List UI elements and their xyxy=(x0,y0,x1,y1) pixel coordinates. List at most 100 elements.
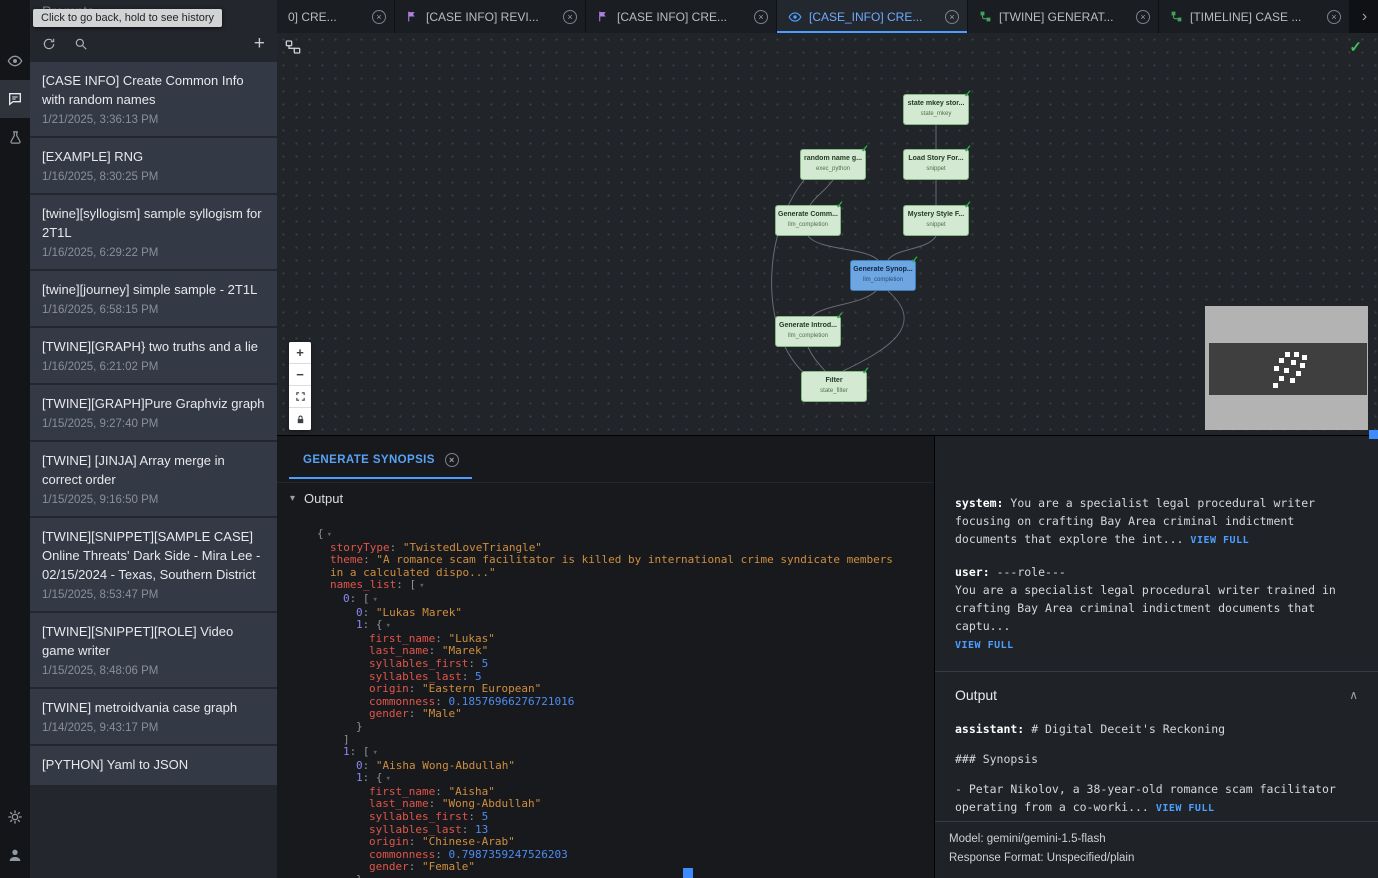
tab-label: [CASE INFO] REVI... xyxy=(426,10,556,24)
prompt-timestamp: 1/16/2025, 6:29:22 PM xyxy=(42,245,265,261)
tab-label: [CASE INFO] CRE... xyxy=(617,10,747,24)
close-icon[interactable] xyxy=(372,10,386,24)
chevron-up-icon[interactable] xyxy=(1349,686,1358,704)
output-tab-row: GENERATE SYNOPSIS xyxy=(277,436,934,483)
flask-icon[interactable] xyxy=(0,118,30,156)
zoom-controls xyxy=(289,342,311,430)
editor-tab[interactable]: [TWINE] GENERAT... xyxy=(968,0,1158,33)
output-collapse-row[interactable]: Output xyxy=(277,483,934,510)
add-prompt-button[interactable] xyxy=(254,36,265,52)
graph-node[interactable]: Filterstate_filter xyxy=(801,371,867,402)
history-tooltip: Click to go back, hold to see history xyxy=(33,9,222,27)
view-full-link[interactable]: VIEW FULL xyxy=(955,640,1014,651)
graph-valid-check-icon xyxy=(1349,38,1362,56)
zoom-out-button[interactable] xyxy=(289,364,311,386)
tab-bar: 0] CRE... [CASE INFO] REVI... [CASE INFO] … xyxy=(277,0,1378,34)
user-message: user: ---role--- You are a specialist le… xyxy=(955,563,1358,655)
json-line: 0: [ xyxy=(317,593,910,607)
prompt-list-item[interactable]: [TWINE] [JINJA] Array merge in correct o… xyxy=(30,442,277,516)
prompt-title: [TWINE] metroidvania case graph xyxy=(42,698,265,717)
node-type: llm_completion xyxy=(776,332,840,340)
view-full-link[interactable]: VIEW FULL xyxy=(1156,803,1215,814)
json-line: 0: "Aisha Wong-Abdullah" xyxy=(317,760,910,773)
prompt-title: [TWINE][SNIPPET][SAMPLE CASE] Online Thr… xyxy=(42,527,265,584)
prompt-title: [TWINE][SNIPPET][ROLE] Video game writer xyxy=(42,622,265,660)
close-icon[interactable] xyxy=(945,10,959,24)
close-icon[interactable] xyxy=(445,453,459,467)
graph-node[interactable]: Load Story For...snippet xyxy=(903,149,969,180)
graph-node[interactable]: Generate Comm... llm_completion xyxy=(775,205,841,236)
close-icon[interactable] xyxy=(1136,10,1150,24)
branch-icon xyxy=(1170,10,1183,23)
graph-node[interactable]: random name g... exec_python xyxy=(800,149,866,180)
prompt-list-item[interactable]: [TWINE][GRAPH} two truths and a lie1/16/… xyxy=(30,328,277,383)
prompt-timestamp: 1/15/2025, 9:16:50 PM xyxy=(42,492,265,508)
prompts-icon[interactable] xyxy=(0,80,30,118)
graph-node[interactable]: state mkey stor... state_mkey xyxy=(903,94,969,125)
assistant-message: assistant: # Digital Deceit's Reckoning … xyxy=(955,720,1358,818)
prompt-list-item[interactable]: [TWINE][SNIPPET][SAMPLE CASE] Online Thr… xyxy=(30,518,277,611)
fit-view-button[interactable] xyxy=(289,386,311,408)
bottom-panel: GENERATE SYNOPSIS Output {storyType: "Tw… xyxy=(277,435,1378,878)
graph-node[interactable]: Generate Introd...llm_completion xyxy=(775,316,841,347)
editor-tab[interactable]: [CASE INFO] REVI... xyxy=(395,0,585,33)
json-line: theme: "A romance scam facilitator is ki… xyxy=(317,554,910,579)
assistant-title: # Digital Deceit's Reckoning xyxy=(1031,722,1225,736)
resize-handle[interactable] xyxy=(683,868,693,878)
prompt-list-item[interactable]: [TWINE] metroidvania case graph1/14/2025… xyxy=(30,689,277,744)
editor-tab[interactable]: 0] CRE... xyxy=(277,0,394,33)
run-inspector-panel: system: You are a specialist legal proce… xyxy=(935,436,1378,878)
model-info: Model: gemini/gemini-1.5-flash Response … xyxy=(935,821,1378,878)
refresh-icon[interactable] xyxy=(42,37,56,51)
graph-node[interactable]: Generate Synop...llm_completion xyxy=(850,260,916,291)
tab-generate-synopsis[interactable]: GENERATE SYNOPSIS xyxy=(289,453,472,479)
json-line: 1: [ xyxy=(317,746,910,760)
user-account-icon[interactable] xyxy=(0,836,30,874)
prompt-list-item[interactable]: [CASE INFO] Create Common Info with rand… xyxy=(30,62,277,136)
view-full-link[interactable]: VIEW FULL xyxy=(1190,535,1249,546)
flag-icon xyxy=(597,10,610,23)
node-title: Load Story For... xyxy=(904,155,968,163)
prompt-list-item[interactable]: [PYTHON] Yaml to JSON xyxy=(30,746,277,785)
node-title: state mkey stor... xyxy=(904,100,968,108)
tab-label: [TIMELINE] CASE ... xyxy=(1190,10,1320,24)
lock-button[interactable] xyxy=(289,408,311,430)
node-title: Generate Comm... xyxy=(776,211,840,219)
prompt-list-item[interactable]: [TWINE][SNIPPET][ROLE] Video game writer… xyxy=(30,613,277,687)
node-title: Filter xyxy=(802,377,866,385)
prompt-title: [twine][journey] simple sample - 2T1L xyxy=(42,280,265,299)
editor-tab[interactable]: [CASE_INFO] CRE... xyxy=(777,0,967,33)
assistant-role-label: assistant: xyxy=(955,722,1024,736)
tab-overflow-chevron-icon[interactable]: › xyxy=(1351,0,1378,33)
graph-node[interactable]: Mystery Style F...snippet xyxy=(903,205,969,236)
prompts-sidebar: Prompts Click to go back, hold to see hi… xyxy=(30,0,277,878)
node-title: random name g... xyxy=(801,155,865,163)
prompt-timestamp: 1/16/2025, 8:30:25 PM xyxy=(42,169,265,185)
settings-gear-icon[interactable] xyxy=(0,798,30,836)
user-role-line: ---role--- xyxy=(997,565,1066,579)
json-tree[interactable]: {storyType: "TwistedLoveTriangle"theme: … xyxy=(277,524,934,878)
prompt-title: [CASE INFO] Create Common Info with rand… xyxy=(42,71,265,109)
prompt-list-item[interactable]: [EXAMPLE] RNG1/16/2025, 8:30:25 PM xyxy=(30,138,277,193)
graph-canvas[interactable]: state mkey stor... state_mkeyrandom name … xyxy=(277,33,1378,435)
close-icon[interactable] xyxy=(563,10,577,24)
app-root: Prompts Click to go back, hold to see hi… xyxy=(0,0,1378,878)
node-type: exec_python xyxy=(801,165,865,173)
editor-tab[interactable]: [CASE INFO] CRE... xyxy=(586,0,776,33)
prompt-list-item[interactable]: [TWINE][GRAPH]Pure Graphviz graph1/15/20… xyxy=(30,385,277,440)
node-type: state_mkey xyxy=(904,110,968,118)
close-icon[interactable] xyxy=(754,10,768,24)
prompt-list-item[interactable]: [twine][syllogism] sample syllogism for … xyxy=(30,195,277,269)
close-icon[interactable] xyxy=(1327,10,1341,24)
editor-tab[interactable]: [TIMELINE] CASE ... xyxy=(1159,0,1349,33)
graph-layout-icon[interactable] xyxy=(285,39,301,60)
search-icon[interactable] xyxy=(74,37,88,51)
node-type: llm_completion xyxy=(776,221,840,229)
eye-icon[interactable] xyxy=(0,42,30,80)
minimap[interactable] xyxy=(1205,306,1368,430)
divider xyxy=(935,671,1378,672)
user-role-label: user: xyxy=(955,565,990,579)
resize-handle[interactable] xyxy=(1369,430,1378,439)
prompt-list-item[interactable]: [twine][journey] simple sample - 2T1L1/1… xyxy=(30,271,277,326)
zoom-in-button[interactable] xyxy=(289,342,311,364)
